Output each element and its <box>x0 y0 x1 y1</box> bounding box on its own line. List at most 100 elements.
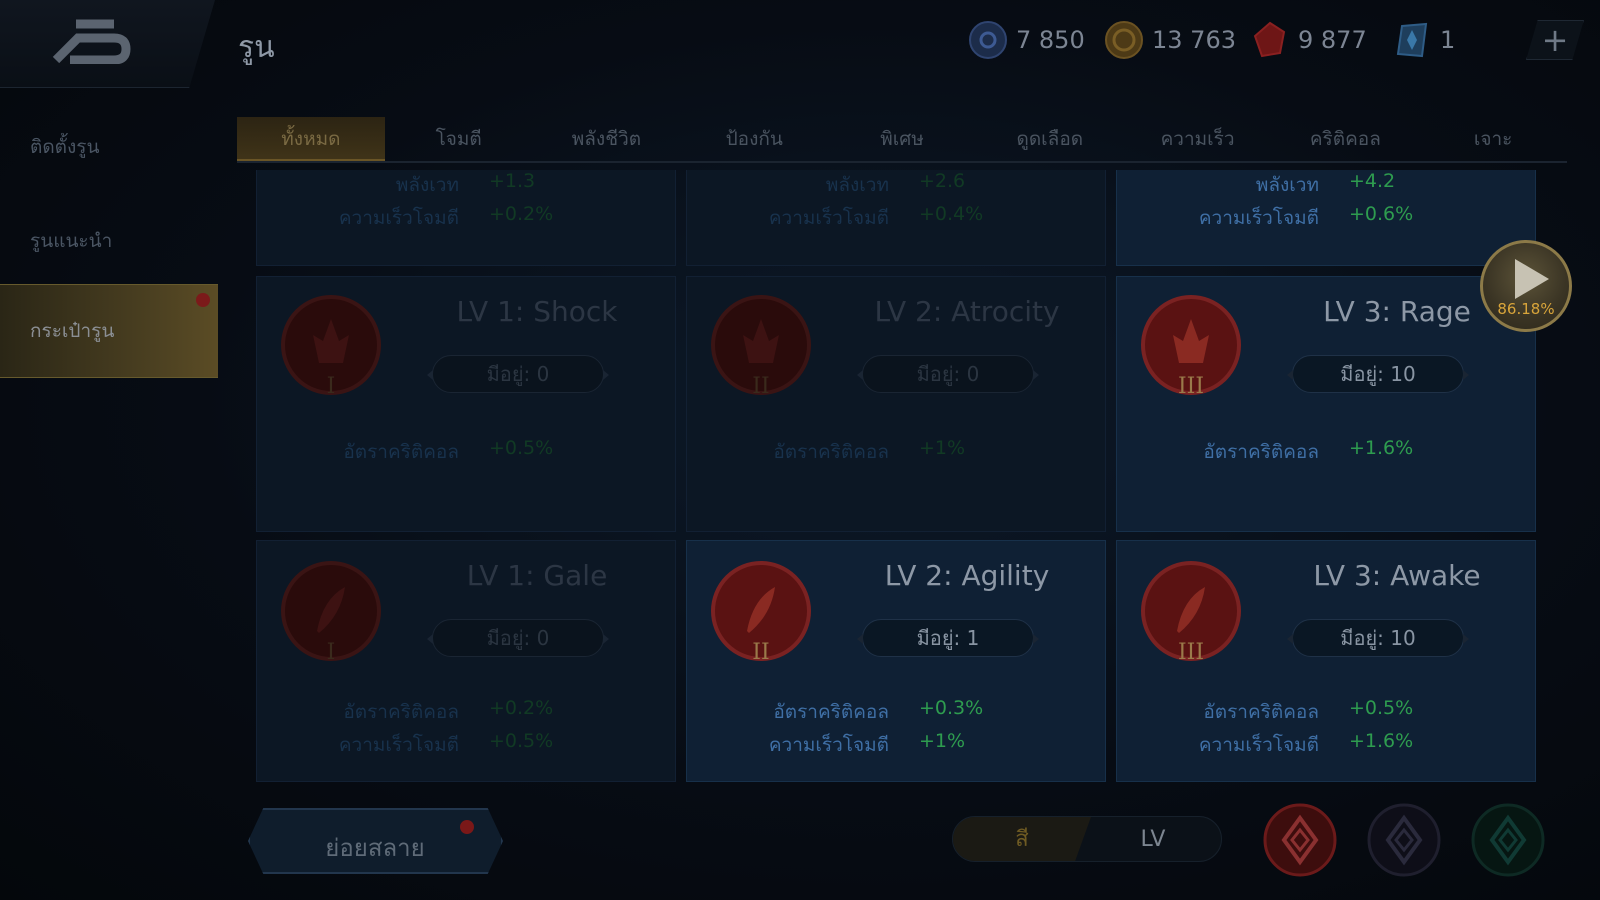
stat-row: อัตราคริติคอล +0.3% <box>687 697 1107 723</box>
stat-row: ความเร็วโจมตี +1.6% <box>1117 730 1536 756</box>
stat-value: +0.2% <box>489 697 554 719</box>
sort-by-level[interactable]: LV <box>1083 817 1221 861</box>
stat-value: +0.4% <box>919 203 984 225</box>
play-icon <box>1515 259 1549 299</box>
stat-name: อัตราคริติคอล <box>1203 701 1319 723</box>
tab-defense[interactable]: ป้องกัน <box>680 117 828 161</box>
stat-value: +1% <box>919 437 966 459</box>
tab-all[interactable]: ทั้งหมด <box>237 117 385 161</box>
dismantle-label: ย่อยสลาย <box>325 834 425 862</box>
stat-name: อัตราคริติคอล <box>343 701 459 723</box>
stat-value: +0.6% <box>1349 203 1414 225</box>
rune-name: LV 2: Agility <box>884 559 1050 592</box>
sidebar-item-rune-bag[interactable]: กระเป๋ารูน <box>0 284 218 378</box>
rune-red-flame-icon: II <box>711 295 811 397</box>
rune-red-feather-icon: III <box>1141 561 1241 663</box>
tab-lifesteal[interactable]: ดูดเลือด <box>976 117 1124 161</box>
rune-level-numeral: III <box>1178 374 1204 397</box>
stat-row: พลังเวท +1.3 <box>257 170 677 196</box>
stat-value: +1.6% <box>1349 730 1414 752</box>
stat-name: พลังเวท <box>1255 174 1319 196</box>
stat-value: +1.6% <box>1349 437 1414 459</box>
stat-name: ความเร็วโจมตี <box>768 207 889 229</box>
green-rune-filter-icon[interactable] <box>1470 802 1546 878</box>
blue-coupon-icon <box>969 21 1007 59</box>
stat-name: ความเร็วโจมตี <box>1198 734 1319 756</box>
rune-card[interactable]: I LV 1: Shock มีอยู่: 0 อัตราคริติคอล +0… <box>256 276 676 532</box>
tab-special[interactable]: พิเศษ <box>828 117 976 161</box>
stat-row: ความเร็วโจมตี +0.6% <box>1117 203 1536 229</box>
currency-value: 7 850 <box>1016 26 1085 54</box>
gold-coin-icon <box>1105 21 1143 59</box>
crystal-card-icon <box>1396 22 1428 58</box>
stat-row: อัตราคริติคอล +0.2% <box>257 697 677 723</box>
back-button[interactable] <box>0 0 215 88</box>
tab-hp[interactable]: พลังชีวิต <box>533 117 681 161</box>
stat-row: ความเร็วโจมตี +0.4% <box>687 203 1107 229</box>
stat-row: พลังเวท +2.6 <box>687 170 1107 196</box>
ruby-gem-icon <box>1253 21 1286 58</box>
owned-count: มีอยู่: 0 <box>427 619 609 657</box>
stat-row: ความเร็วโจมตี +1% <box>687 730 1107 756</box>
stat-name: พลังเวท <box>395 174 459 196</box>
stat-row: อัตราคริติคอล +0.5% <box>257 437 677 463</box>
sidebar-item-recommended-rune[interactable]: รูนแนะนำ <box>0 194 218 288</box>
red-rune-filter-icon[interactable] <box>1262 802 1338 878</box>
stat-row: อัตราคริติคอล +0.5% <box>1117 697 1536 723</box>
currency-crystal: 1 <box>1392 18 1455 62</box>
sort-by-color[interactable]: สี <box>953 817 1091 861</box>
stat-name: ความเร็วโจมตี <box>768 734 889 756</box>
tab-critical[interactable]: คริติคอล <box>1271 117 1419 161</box>
rune-card[interactable]: II LV 2: Agility มีอยู่: 1 อัตราคริติคอล… <box>686 540 1106 782</box>
rune-level-numeral: I <box>327 640 336 663</box>
stat-name: ความเร็วโจมตี <box>338 207 459 229</box>
stat-name: ความเร็วโจมตี <box>338 734 459 756</box>
rune-level-numeral: II <box>752 640 769 663</box>
stat-name: อัตราคริติคอล <box>773 441 889 463</box>
rune-level-numeral: II <box>752 374 769 397</box>
stat-name: อัตราคริติคอล <box>773 701 889 723</box>
page-title: รูน <box>238 30 275 65</box>
top-bar: รูน 7 850 13 763 9 877 1 + <box>0 0 1600 90</box>
stat-name: พลังเวท <box>825 174 889 196</box>
rune-name: LV 3: Awake <box>1313 559 1481 592</box>
rune-name: LV 2: Atrocity <box>874 295 1060 328</box>
sidebar-item-label: กระเป๋ารูน <box>30 320 115 342</box>
rune-card-partial[interactable]: พลังเวท +4.2 ความเร็วโจมตี +0.6% <box>1116 170 1536 266</box>
rune-card[interactable]: III LV 3: Awake มีอยู่: 10 อัตราคริติคอล… <box>1116 540 1536 782</box>
back-arrow-icon <box>52 19 131 64</box>
rune-card[interactable]: II LV 2: Atrocity มีอยู่: 0 อัตราคริติคอ… <box>686 276 1106 532</box>
notification-dot <box>460 820 474 834</box>
rune-level-numeral: I <box>327 374 336 397</box>
rune-level-numeral: III <box>1178 640 1204 663</box>
sidebar: ติดตั้งรูน รูนแนะนำ กระเป๋ารูน <box>0 100 218 900</box>
tab-attack[interactable]: โจมตี <box>385 117 533 161</box>
stat-name: ความเร็วโจมตี <box>1198 207 1319 229</box>
stat-value: +4.2 <box>1349 170 1396 192</box>
rune-red-feather-icon: II <box>711 561 811 663</box>
add-currency-button[interactable]: + <box>1526 20 1584 60</box>
stat-value: +1% <box>919 730 966 752</box>
stat-value: +0.3% <box>919 697 984 719</box>
play-progress-button[interactable]: 86.18% <box>1480 240 1572 332</box>
stat-row: อัตราคริติคอล +1.6% <box>1117 437 1536 463</box>
rune-card-partial[interactable]: พลังเวท +2.6 ความเร็วโจมตี +0.4% <box>686 170 1106 266</box>
dismantle-button[interactable]: ย่อยสลาย <box>248 808 503 874</box>
sort-toggle: สี LV <box>952 816 1222 862</box>
tab-speed[interactable]: ความเร็ว <box>1124 117 1272 161</box>
stat-value: +1.3 <box>489 170 536 192</box>
stat-row: ความเร็วโจมตี +0.5% <box>257 730 677 756</box>
stat-row: ความเร็วโจมตี +0.2% <box>257 203 677 229</box>
rune-card-partial[interactable]: พลังเวท +1.3 ความเร็วโจมตี +0.2% <box>256 170 676 266</box>
sidebar-item-label: ติดตั้งรูน <box>30 136 100 158</box>
sidebar-item-install-rune[interactable]: ติดตั้งรูน <box>0 100 218 194</box>
currency-value: 9 877 <box>1298 26 1367 54</box>
rune-card[interactable]: III LV 3: Rage มีอยู่: 10 อัตราคริติคอล … <box>1116 276 1536 532</box>
owned-count: มีอยู่: 10 <box>1287 619 1469 657</box>
stat-row: พลังเวท +4.2 <box>1117 170 1536 196</box>
purple-rune-filter-icon[interactable] <box>1366 802 1442 878</box>
stat-value: +0.5% <box>489 730 554 752</box>
rune-card[interactable]: I LV 1: Gale มีอยู่: 0 อัตราคริติคอล +0.… <box>256 540 676 782</box>
tab-penetration[interactable]: เจาะ <box>1419 117 1567 161</box>
progress-percent: 86.18% <box>1497 300 1555 318</box>
